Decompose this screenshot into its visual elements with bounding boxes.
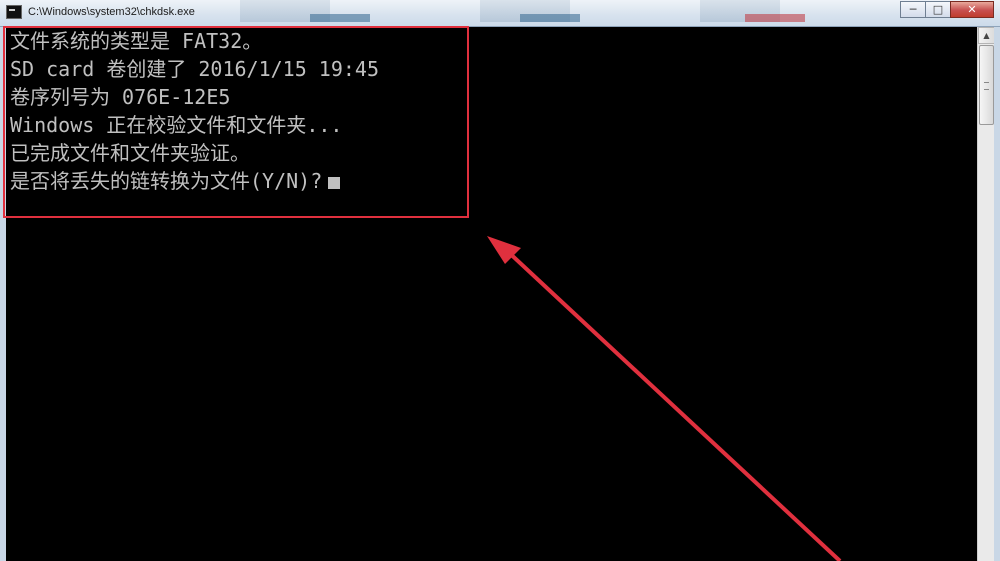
annotation-arrow-shaft [502,246,842,561]
annotation-arrow [487,236,842,561]
